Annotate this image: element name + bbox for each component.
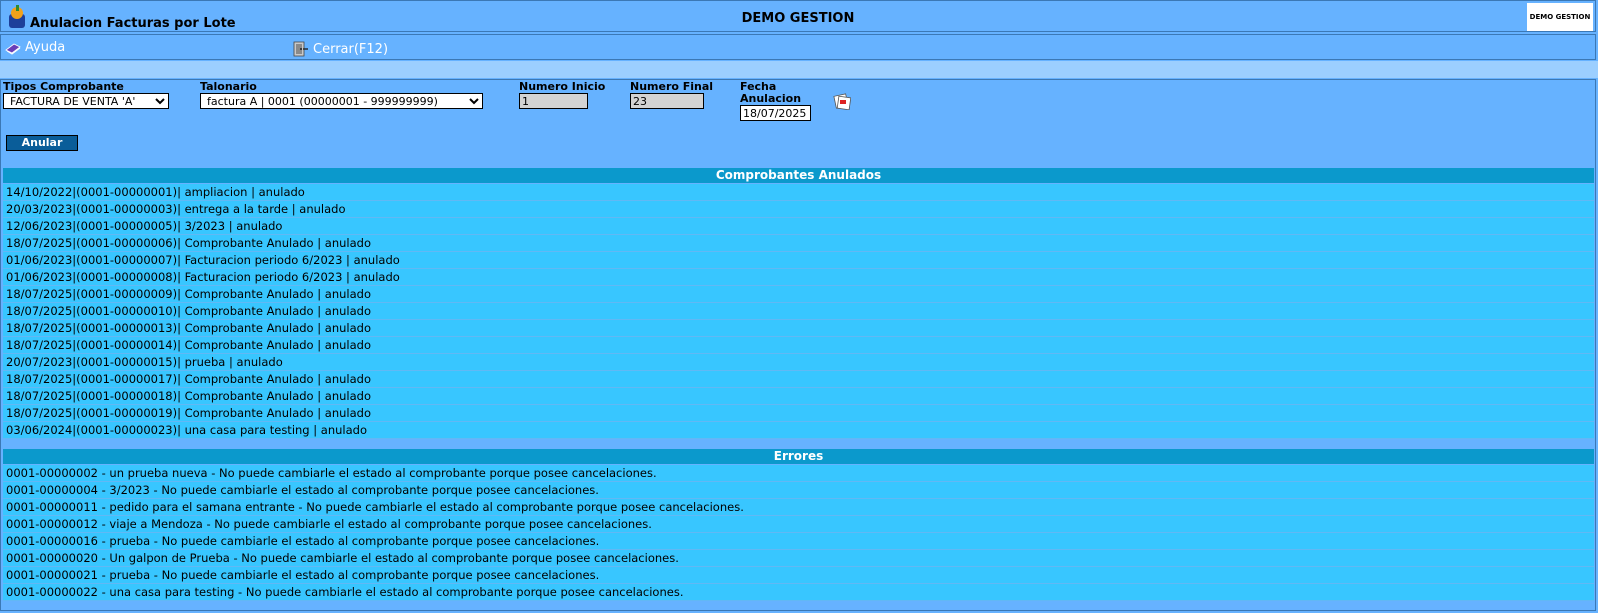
- title-bar: Anulacion Facturas por Lote DEMO GESTION…: [0, 0, 1596, 32]
- window-title: Anulacion Facturas por Lote: [30, 16, 236, 31]
- list-item: 0001-00000020 - Un galpon de Prueba - No…: [3, 550, 1594, 567]
- list-item: 20/03/2023|(0001-00000003)| entrega a la…: [3, 201, 1594, 218]
- list-item: 03/06/2024|(0001-00000023)| una casa par…: [3, 422, 1594, 439]
- list-item: 01/06/2023|(0001-00000007)| Facturacion …: [3, 252, 1594, 269]
- main-panel: Tipos Comprobante FACTURA DE VENTA 'A' T…: [0, 79, 1596, 611]
- cancelled-vouchers-header: Comprobantes Anulados: [3, 168, 1594, 183]
- list-item: 18/07/2025|(0001-00000018)| Comprobante …: [3, 388, 1594, 405]
- start-number-label: Numero Inicio: [519, 80, 606, 93]
- voucher-type-select[interactable]: FACTURA DE VENTA 'A': [3, 93, 169, 109]
- list-item: 18/07/2025|(0001-00000014)| Comprobante …: [3, 337, 1594, 354]
- cancelled-vouchers-list: 14/10/2022|(0001-00000001)| ampliacion |…: [3, 184, 1594, 439]
- help-label: Ayuda: [25, 40, 66, 55]
- list-item: 18/07/2025|(0001-00000019)| Comprobante …: [3, 405, 1594, 422]
- list-item: 0001-00000012 - viaje a Mendoza - No pue…: [3, 516, 1594, 533]
- help-menu-item[interactable]: Ayuda: [5, 40, 65, 55]
- help-book-icon: [5, 43, 21, 55]
- calendar-icon[interactable]: [833, 92, 851, 110]
- voucher-type-label: Tipos Comprobante: [3, 80, 124, 93]
- list-item: 12/06/2023|(0001-00000005)| 3/2023 | anu…: [3, 218, 1594, 235]
- end-number-input[interactable]: [630, 93, 704, 109]
- errors-list: 0001-00000002 - un prueba nueva - No pue…: [3, 465, 1594, 601]
- errors-header: Errores: [3, 449, 1594, 464]
- end-number-label: Numero Final: [630, 80, 714, 93]
- cancel-vouchers-button[interactable]: Anular: [6, 135, 78, 151]
- talonario-select[interactable]: factura A | 0001 (00000001 - 999999999): [200, 93, 483, 109]
- list-item: 20/07/2023|(0001-00000015)| prueba | anu…: [3, 354, 1594, 371]
- list-item: 0001-00000016 - prueba - No puede cambia…: [3, 533, 1594, 550]
- list-item: 0001-00000021 - prueba - No puede cambia…: [3, 567, 1594, 584]
- list-item: 18/07/2025|(0001-00000010)| Comprobante …: [3, 303, 1594, 320]
- separator-strip: [0, 61, 1598, 78]
- list-item: 0001-00000011 - pedido para el samana en…: [3, 499, 1594, 516]
- menu-bar: Ayuda Cerrar(F12): [0, 34, 1596, 60]
- list-item: 18/07/2025|(0001-00000006)| Comprobante …: [3, 235, 1594, 252]
- start-number-input[interactable]: [519, 93, 588, 109]
- list-item: 14/10/2022|(0001-00000001)| ampliacion |…: [3, 184, 1594, 201]
- close-label: Cerrar(F12): [313, 41, 389, 57]
- cancel-date-input[interactable]: [740, 105, 811, 121]
- list-item: 0001-00000002 - un prueba nueva - No pue…: [3, 465, 1594, 482]
- app-logo-icon: [9, 5, 25, 28]
- list-item: 18/07/2025|(0001-00000013)| Comprobante …: [3, 320, 1594, 337]
- list-item: 18/07/2025|(0001-00000009)| Comprobante …: [3, 286, 1594, 303]
- list-item: 0001-00000004 - 3/2023 - No puede cambia…: [3, 482, 1594, 499]
- company-logo-text: DEMO GESTION: [1529, 13, 1591, 21]
- close-door-icon: [293, 41, 308, 57]
- list-item: 0001-00000022 - una casa para testing - …: [3, 584, 1594, 601]
- close-menu-item[interactable]: Cerrar(F12): [291, 40, 388, 58]
- list-item: 18/07/2025|(0001-00000017)| Comprobante …: [3, 371, 1594, 388]
- company-logo: DEMO GESTION: [1527, 3, 1593, 31]
- list-item: 01/06/2023|(0001-00000008)| Facturacion …: [3, 269, 1594, 286]
- talonario-label: Talonario: [200, 80, 257, 93]
- company-name: DEMO GESTION: [741, 11, 855, 26]
- cancel-date-label-line2: Anulacion: [740, 92, 802, 105]
